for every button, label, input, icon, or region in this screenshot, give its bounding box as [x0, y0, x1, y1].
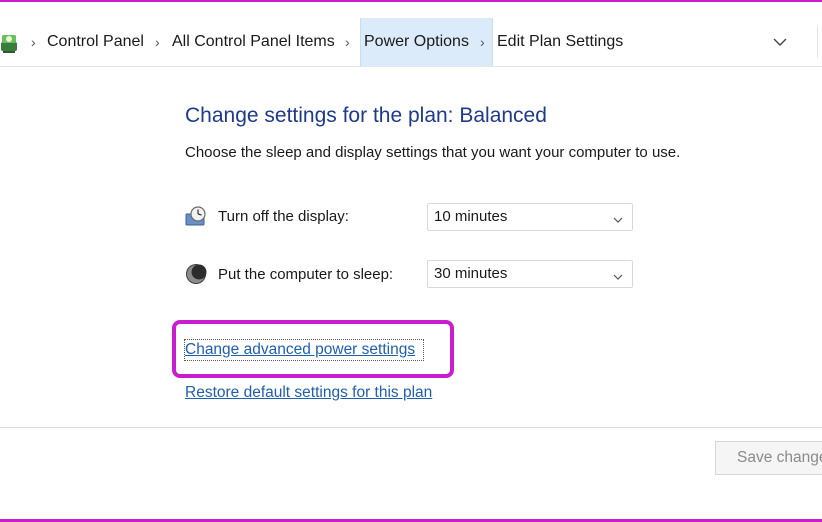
address-bar-divider	[817, 26, 818, 58]
restore-defaults-link[interactable]: Restore default settings for this plan	[185, 384, 432, 402]
annotation-border-top	[0, 0, 822, 2]
control-panel-icon	[0, 32, 20, 54]
sleep-timeout-value: 30 minutes	[434, 265, 508, 282]
breadcrumb-separator[interactable]: ›	[480, 18, 485, 66]
footer-divider	[0, 427, 822, 428]
chevron-down-icon	[612, 269, 624, 280]
breadcrumb-power-options[interactable]: Power Options	[364, 18, 469, 66]
change-advanced-settings-link[interactable]: Change advanced power settings	[185, 341, 415, 359]
display-timeout-value: 10 minutes	[434, 208, 508, 225]
breadcrumb-control-panel[interactable]: Control Panel	[47, 18, 144, 66]
breadcrumb-separator[interactable]: ›	[31, 18, 36, 66]
chevron-down-icon	[612, 212, 624, 223]
breadcrumb-all-items[interactable]: All Control Panel Items	[172, 18, 335, 66]
display-timer-icon	[185, 205, 207, 227]
display-timeout-label: Turn off the display:	[218, 208, 349, 225]
breadcrumb-separator[interactable]: ›	[345, 18, 350, 66]
sleep-timeout-label: Put the computer to sleep:	[218, 266, 394, 283]
sleep-moon-icon	[185, 263, 207, 285]
chevron-down-icon[interactable]	[770, 34, 790, 50]
address-bar[interactable]: › Control Panel › All Control Panel Item…	[0, 18, 822, 67]
page-subtitle: Choose the sleep and display settings th…	[185, 144, 681, 161]
breadcrumb-separator[interactable]: ›	[155, 18, 160, 66]
page-title: Change settings for the plan: Balanced	[185, 104, 547, 127]
display-timeout-select[interactable]: 10 minutes	[427, 203, 633, 231]
save-changes-button[interactable]: Save changes	[715, 441, 822, 475]
sleep-timeout-select[interactable]: 30 minutes	[427, 260, 633, 288]
breadcrumb-edit-plan-settings[interactable]: Edit Plan Settings	[497, 18, 623, 66]
